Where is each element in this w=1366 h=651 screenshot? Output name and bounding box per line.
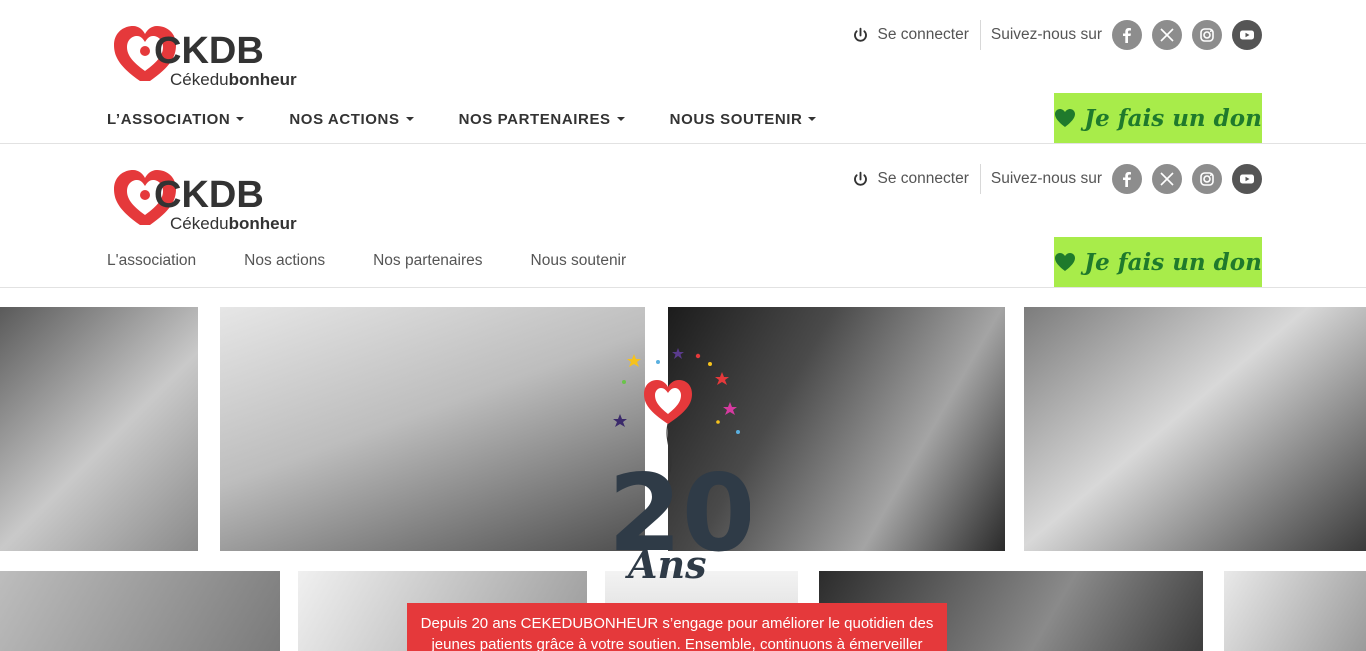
- login-label: Se connecter: [877, 170, 969, 187]
- nav-item-association[interactable]: L’ASSOCIATION: [107, 110, 245, 128]
- follow-label: Suivez-nous sur: [990, 26, 1102, 43]
- nav-item-actions[interactable]: Nos actions: [244, 252, 325, 270]
- power-icon: [853, 171, 867, 186]
- photo-volunteer-tshirt: [0, 307, 198, 551]
- nav-label: Nous soutenir: [530, 252, 627, 269]
- social-links: [1112, 164, 1262, 194]
- ckdb-logo[interactable]: CKDB Cékedubonheur: [112, 167, 302, 233]
- social-links: [1112, 20, 1262, 50]
- heart-icon: [1055, 253, 1076, 271]
- instagram-icon[interactable]: [1192, 20, 1222, 50]
- nav-item-soutenir[interactable]: Nous soutenir: [531, 252, 627, 270]
- nav-label: L’ASSOCIATION: [107, 110, 231, 128]
- facebook-icon[interactable]: [1112, 20, 1142, 50]
- nav-item-association[interactable]: L'association: [107, 252, 196, 270]
- nav-label: Nos partenaires: [373, 252, 483, 269]
- donate-button[interactable]: Je fais un don: [1054, 237, 1262, 287]
- ckdb-logo[interactable]: CKDB Cékedubonheur: [112, 23, 302, 89]
- youtube-icon[interactable]: [1232, 20, 1262, 50]
- donate-button[interactable]: Je fais un don: [1054, 93, 1262, 143]
- twenty-years-badge: 20 Ans: [598, 342, 756, 587]
- secondary-header: CKDB Cékedubonheur Se connecter Suivez-n…: [0, 144, 1366, 288]
- logo-tagline: Cékedubonheur: [170, 214, 297, 233]
- photo-smiling-woman: [1024, 307, 1366, 551]
- photo-curly-child: [1224, 571, 1366, 651]
- x-icon[interactable]: [1152, 20, 1182, 50]
- main-header: CKDB Cékedubonheur Se connecter Suivez-n…: [0, 0, 1366, 144]
- donate-label: Je fais un don: [1084, 104, 1262, 132]
- nav-label: Nos actions: [244, 252, 326, 269]
- nav-label: NOS PARTENAIRES: [458, 110, 611, 128]
- facebook-icon[interactable]: [1112, 164, 1142, 194]
- logo-ckdb-text: CKDB: [154, 30, 264, 72]
- mission-banner: Depuis 20 ans CEKEDUBONHEUR s’engage pou…: [407, 603, 947, 651]
- login-link[interactable]: Se connecter: [852, 20, 981, 50]
- youtube-icon[interactable]: [1232, 164, 1262, 194]
- nav-label: L'association: [107, 252, 197, 269]
- follow-label: Suivez-nous sur: [990, 170, 1102, 187]
- logo-tagline: Cékedubonheur: [170, 70, 297, 89]
- secondary-nav: L'association Nos actions Nos partenaire…: [107, 247, 674, 275]
- login-label: Se connecter: [877, 26, 969, 43]
- nav-item-actions[interactable]: NOS ACTIONS: [289, 110, 414, 128]
- nav-label: NOUS SOUTENIR: [669, 110, 803, 128]
- heart-icon: [1055, 109, 1076, 127]
- photo-singer-keyboard: [220, 307, 645, 551]
- primary-nav: L’ASSOCIATION NOS ACTIONS NOS PARTENAIRE…: [107, 105, 861, 133]
- donate-label: Je fais un don: [1084, 248, 1262, 276]
- x-icon[interactable]: [1152, 164, 1182, 194]
- nav-item-soutenir[interactable]: NOUS SOUTENIR: [670, 111, 817, 128]
- caret-down-icon: [405, 117, 414, 121]
- top-bar: Se connecter Suivez-nous sur: [852, 20, 1262, 50]
- nav-item-partenaires[interactable]: Nos partenaires: [373, 252, 482, 270]
- caret-down-icon: [808, 117, 817, 121]
- nav-item-partenaires[interactable]: NOS PARTENAIRES: [459, 111, 625, 128]
- caret-down-icon: [236, 117, 245, 121]
- caret-down-icon: [616, 117, 625, 121]
- anniversary-word: Ans: [625, 542, 707, 582]
- top-bar: Se connecter Suivez-nous sur: [852, 164, 1262, 194]
- nav-label: NOS ACTIONS: [289, 110, 400, 128]
- logo-ckdb-text: CKDB: [154, 174, 264, 216]
- instagram-icon[interactable]: [1192, 164, 1222, 194]
- photo-child-hands: [0, 571, 280, 651]
- login-link[interactable]: Se connecter: [852, 164, 981, 194]
- power-icon: [853, 27, 867, 42]
